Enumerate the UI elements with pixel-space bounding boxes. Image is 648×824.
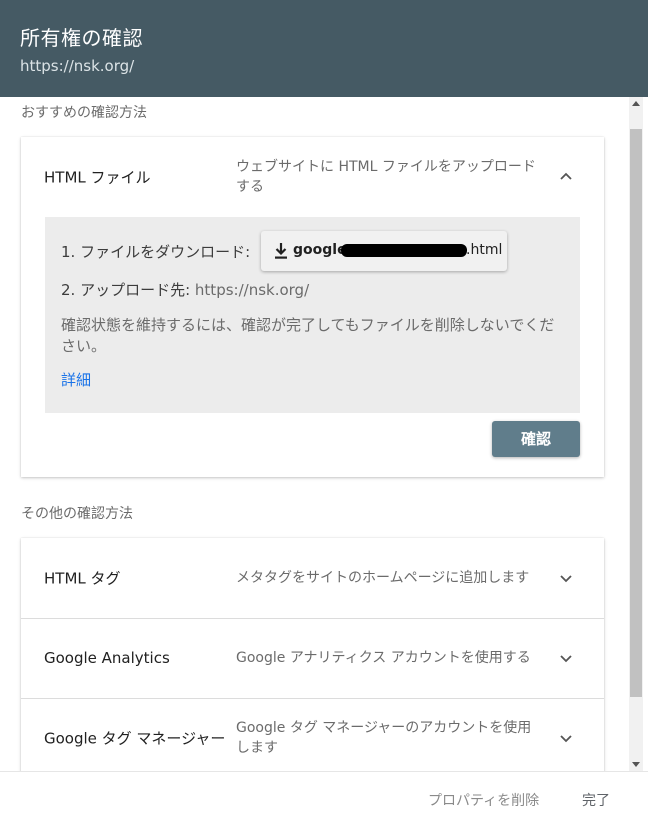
- scroll-down-arrow-icon[interactable]: [632, 762, 640, 767]
- html-tag-row[interactable]: HTML タグ メタタグをサイトのホームページに追加します: [21, 538, 604, 618]
- redacted-filename: [341, 244, 467, 257]
- dialog-header: 所有権の確認 https://nsk.org/: [0, 0, 648, 97]
- method-name: Google タグ マネージャー: [44, 729, 226, 748]
- methods-scroll-area: おすすめの確認方法 HTML ファイル ウェブサイトに HTML ファイルをアッ…: [0, 97, 648, 771]
- step-2: 2. アップロード先: https://nsk.org/: [61, 279, 309, 300]
- chevron-down-icon[interactable]: [558, 730, 574, 746]
- dialog-title: 所有権の確認: [20, 26, 143, 50]
- other-section-label: その他の確認方法: [21, 506, 133, 522]
- step-1-label: 1. ファイルをダウンロード:: [61, 243, 251, 261]
- method-description: Google アナリティクス アカウントを使用する: [236, 650, 531, 666]
- scroll-up-arrow-icon[interactable]: [632, 101, 640, 106]
- google-tag-manager-row[interactable]: Google タグ マネージャー Google タグ マネージャーのアカウントを…: [21, 698, 604, 771]
- dialog-footer: プロパティを削除 完了: [0, 771, 648, 824]
- download-icon: [275, 243, 287, 259]
- keep-file-note: 確認状態を維持するには、確認が完了してもファイルを削除しないでください。: [61, 316, 555, 355]
- other-methods-card: HTML タグ メタタグをサイトのホームページに追加します Google Ana…: [21, 538, 604, 771]
- step-2-label: 2. アップロード先:: [61, 281, 191, 299]
- google-analytics-row[interactable]: Google Analytics Google アナリティクス アカウントを使用…: [21, 618, 604, 698]
- method-description: ウェブサイトに HTML ファイルをアップロードする: [236, 159, 536, 195]
- scrollbar-thumb[interactable]: [630, 129, 642, 697]
- filename-prefix: google: [293, 242, 347, 258]
- chevron-down-icon[interactable]: [558, 650, 574, 666]
- method-description: メタタグをサイトのホームページに追加します: [236, 570, 530, 586]
- verification-dialog: 所有権の確認 https://nsk.org/ おすすめの確認方法 HTML フ…: [0, 0, 648, 824]
- chevron-up-icon[interactable]: [558, 169, 574, 185]
- chevron-down-icon[interactable]: [558, 570, 574, 586]
- method-description: Google タグ マネージャーのアカウントを使用します: [236, 720, 532, 756]
- verify-button[interactable]: 確認: [492, 421, 580, 457]
- html-file-instructions: 1. ファイルをダウンロード: google .html 2. アップロード先:…: [45, 217, 580, 413]
- method-name: HTML タグ: [44, 569, 121, 588]
- method-name: HTML ファイル: [44, 168, 151, 187]
- property-url: https://nsk.org/: [20, 57, 135, 75]
- details-link[interactable]: 詳細: [61, 369, 91, 390]
- recommended-section-label: おすすめの確認方法: [21, 105, 147, 121]
- recommended-method-card: HTML ファイル ウェブサイトに HTML ファイルをアップロードする 1. …: [21, 137, 604, 477]
- method-name: Google Analytics: [44, 649, 170, 667]
- upload-target-url: https://nsk.org/: [194, 281, 310, 299]
- delete-property-button[interactable]: プロパティを削除: [428, 790, 539, 810]
- vertical-scrollbar[interactable]: [629, 97, 643, 771]
- done-button[interactable]: 完了: [582, 790, 610, 810]
- download-file-button[interactable]: google .html: [261, 231, 507, 271]
- html-file-row[interactable]: HTML ファイル ウェブサイトに HTML ファイルをアップロードする: [21, 137, 604, 217]
- filename-suffix: .html: [466, 242, 503, 258]
